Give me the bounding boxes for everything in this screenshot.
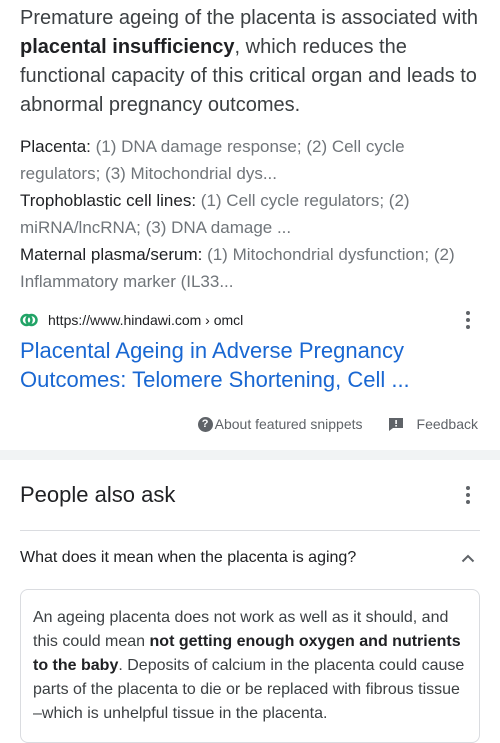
- snippet-meta-row: ? About featured snippets Feedback: [20, 416, 480, 432]
- feedback-icon: [388, 418, 403, 431]
- paa-question[interactable]: What does it mean when the placenta is a…: [20, 531, 480, 585]
- people-also-ask-card: People also ask What does it mean when t…: [0, 460, 500, 743]
- snippet-bold-term: placental insufficiency: [20, 36, 235, 58]
- fact-key: Maternal plasma/serum:: [20, 245, 203, 264]
- more-vert-icon[interactable]: [456, 308, 480, 332]
- more-vert-icon[interactable]: [456, 483, 480, 507]
- paa-question-text: What does it mean when the placenta is a…: [20, 549, 357, 566]
- hindawi-favicon-icon: [20, 311, 38, 329]
- featured-snippet-card: Premature ageing of the placenta is asso…: [0, 4, 500, 432]
- fact-row: Trophoblastic cell lines: (1) Cell cycle…: [20, 187, 480, 241]
- source-url[interactable]: https://www.hindawi.com › omcl: [48, 312, 243, 328]
- source-row: https://www.hindawi.com › omcl: [20, 308, 480, 332]
- feedback-link[interactable]: Feedback: [388, 416, 478, 432]
- fact-key: Placenta:: [20, 137, 91, 156]
- paa-title: People also ask: [20, 482, 176, 507]
- fact-row: Maternal plasma/serum: (1) Mitochondrial…: [20, 241, 480, 295]
- chevron-up-icon[interactable]: [456, 546, 480, 570]
- paa-answer: An ageing placenta does not work as well…: [20, 589, 480, 743]
- about-label: About featured snippets: [214, 416, 363, 432]
- fact-key: Trophoblastic cell lines:: [20, 191, 197, 210]
- about-featured-snippets-link[interactable]: ? About featured snippets: [197, 416, 363, 432]
- snippet-facts: Placenta: (1) DNA damage response; (2) C…: [20, 133, 480, 295]
- help-circle-icon: ?: [197, 416, 213, 432]
- paa-header: People also ask: [20, 460, 480, 531]
- fact-row: Placenta: (1) DNA damage response; (2) C…: [20, 133, 480, 187]
- feedback-label: Feedback: [416, 416, 478, 432]
- section-divider: [0, 450, 500, 460]
- result-title-link[interactable]: Placental Ageing in Adverse Pregnancy Ou…: [20, 336, 480, 394]
- snippet-text-part: Premature ageing of the placenta is asso…: [20, 7, 479, 29]
- snippet-text: Premature ageing of the placenta is asso…: [20, 4, 480, 120]
